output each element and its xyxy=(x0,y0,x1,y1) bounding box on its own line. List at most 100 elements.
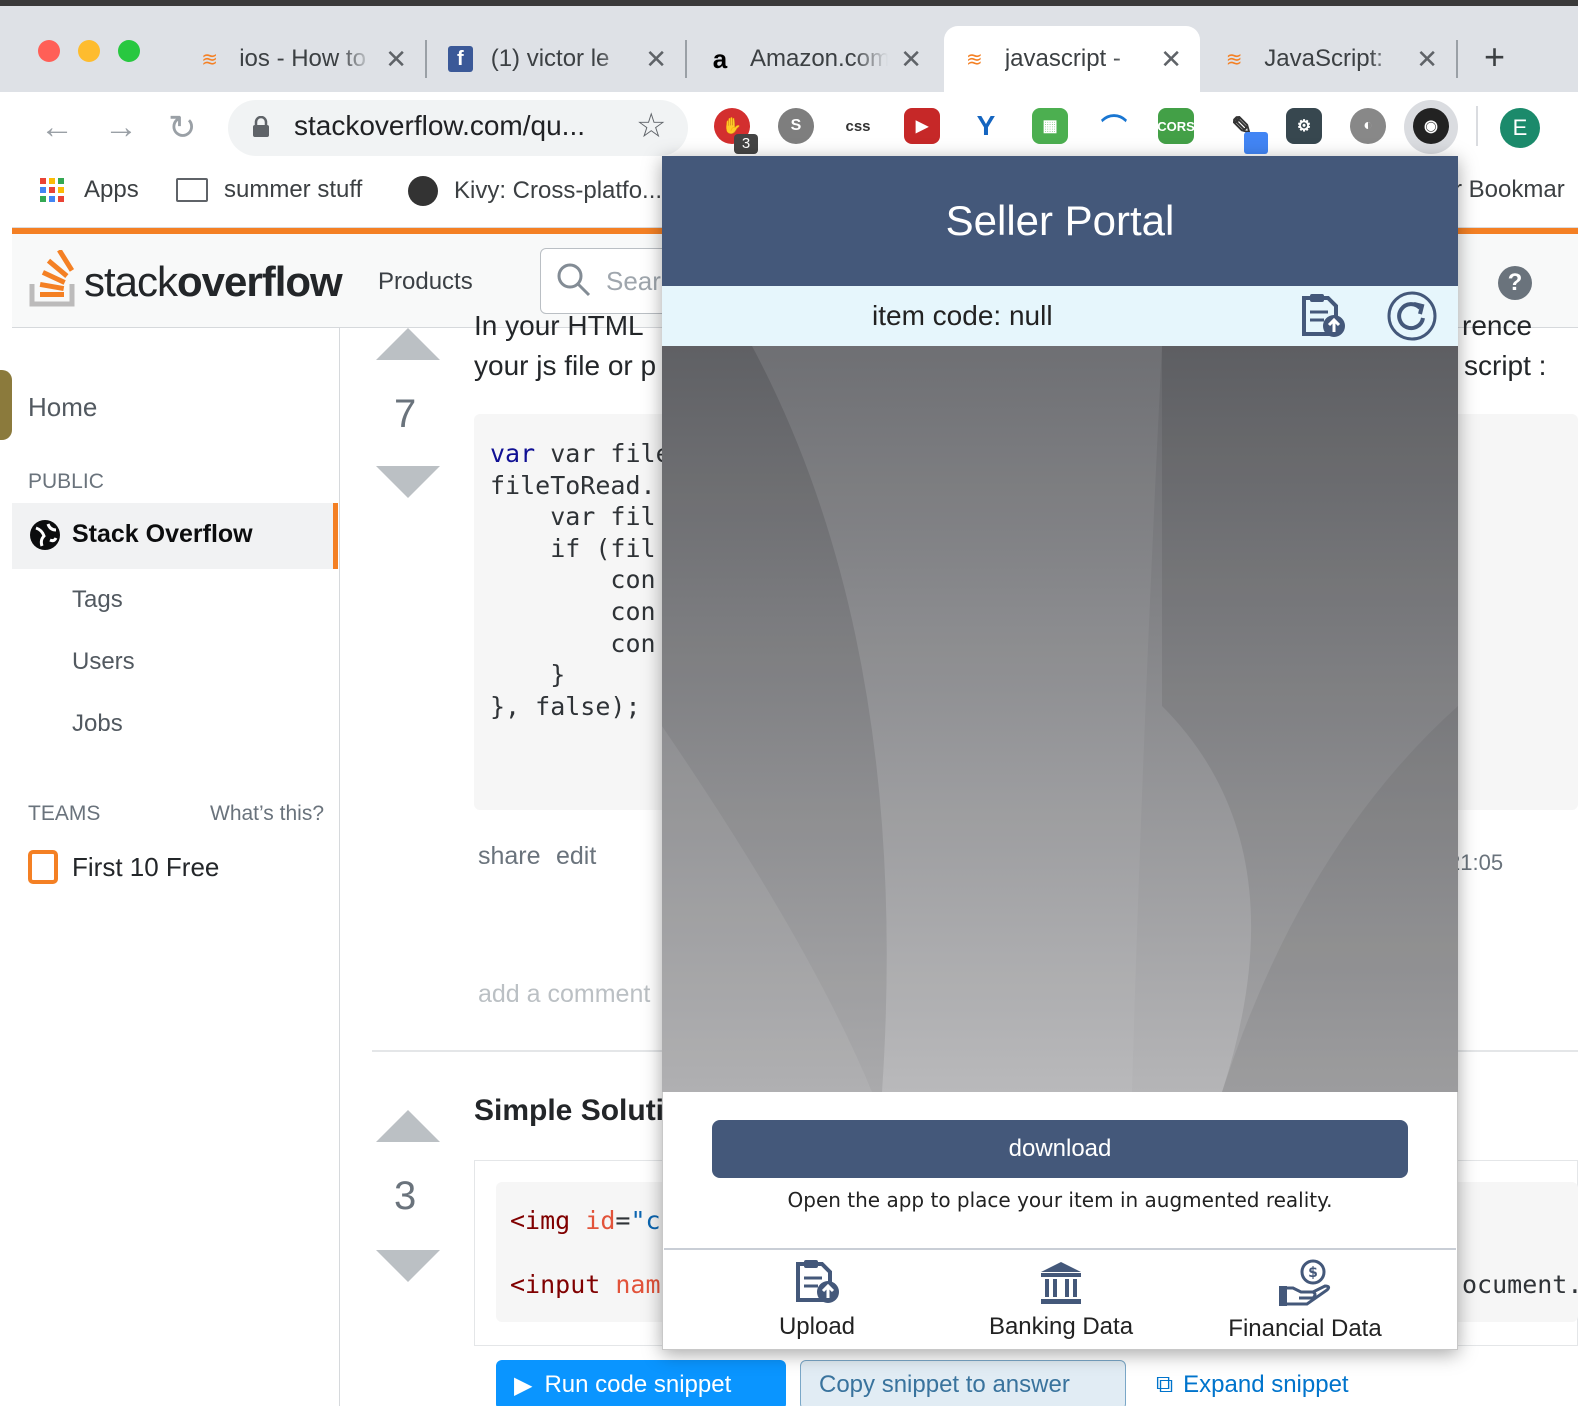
close-icon[interactable]: ✕ xyxy=(900,44,922,75)
nav-tags[interactable]: Tags xyxy=(72,586,123,614)
upvote-button[interactable] xyxy=(376,328,440,360)
downvote-button[interactable] xyxy=(376,466,440,498)
so-wordmark-bold: overflow xyxy=(177,258,343,305)
stackoverflow-icon: ≋ xyxy=(201,48,218,71)
seller-portal-extension-icon[interactable]: ◉ xyxy=(1413,108,1449,144)
copy-snippet-button[interactable]: Copy snippet to answer xyxy=(800,1360,1126,1406)
tab-javascript-active[interactable]: ≋ javascript - ✕ xyxy=(944,26,1200,92)
bookmark-kivy[interactable]: Kivy: Cross-platfo... xyxy=(408,176,662,206)
search-icon xyxy=(556,262,592,303)
tab-title: Amazon.com xyxy=(749,45,889,72)
color-swatch xyxy=(1244,132,1268,154)
bookmark-other[interactable]: r Bookmar xyxy=(1454,176,1565,204)
tab-title: ios - How to xyxy=(239,45,366,72)
download-hint: Open the app to place your item in augme… xyxy=(787,1188,1333,1212)
nav-financial-data[interactable]: $ Financial Data xyxy=(1180,1258,1430,1343)
lock-icon xyxy=(252,115,270,138)
nav-banking-data[interactable]: Banking Data xyxy=(936,1258,1186,1341)
folder-icon xyxy=(176,178,208,202)
bookmark-label: Apps xyxy=(84,176,139,203)
profile-avatar[interactable]: E xyxy=(1500,108,1540,148)
upload-doc-icon xyxy=(796,1260,839,1303)
svg-text:$: $ xyxy=(1308,1265,1318,1281)
bookmark-summer-stuff[interactable]: summer stuff xyxy=(176,176,362,204)
bookmark-star-icon[interactable]: ☆ xyxy=(636,106,666,146)
answer-text: script : xyxy=(1464,350,1547,381)
fullscreen-window-button[interactable] xyxy=(118,40,140,62)
globe-icon xyxy=(28,518,62,557)
filter-extension-icon[interactable]: Y xyxy=(968,108,1004,144)
tab-ios[interactable]: ≋ ios - How to ✕ xyxy=(180,26,425,92)
link-label: Expand snippet xyxy=(1183,1371,1349,1398)
skype-extension-icon[interactable]: S xyxy=(778,108,814,144)
nav-section-teams: TEAMS xyxy=(28,802,101,825)
answer-text: rence xyxy=(1462,310,1533,341)
external-link-icon: ⧉ xyxy=(1156,1371,1174,1398)
forward-arrow-icon[interactable]: → xyxy=(104,108,138,147)
popup-title: Seller Portal xyxy=(945,197,1175,244)
nav-jobs[interactable]: Jobs xyxy=(72,710,123,738)
code-line: <img id="c xyxy=(510,1206,661,1235)
tab-amazon[interactable]: a Amazon.com ✕ xyxy=(690,26,940,92)
robot-extension-icon[interactable]: ⚙ xyxy=(1286,108,1322,144)
upload-doc-icon[interactable] xyxy=(1298,292,1348,345)
button-label: Run code snippet xyxy=(544,1371,732,1398)
tab-title: JavaScript: xyxy=(1264,45,1383,72)
toolbar-divider xyxy=(1476,106,1478,146)
close-icon[interactable]: ✕ xyxy=(1160,44,1182,75)
cors-extension-icon[interactable]: CORS xyxy=(1157,108,1195,144)
bookmark-label: summer stuff xyxy=(224,176,363,203)
reload-icon[interactable]: ↻ xyxy=(168,108,197,148)
stackoverflow-icon: ≋ xyxy=(966,48,983,71)
edit-link[interactable]: edit xyxy=(556,842,596,871)
item-code-text: item code: null xyxy=(872,300,1053,331)
expand-snippet-link[interactable]: ⧉ Expand snippet xyxy=(1138,1360,1398,1406)
bookmark-apps[interactable]: Apps xyxy=(40,176,139,204)
close-icon[interactable]: ✕ xyxy=(1416,44,1438,75)
nav-users[interactable]: Users xyxy=(72,648,135,676)
url-text: stackoverflow.com/qu... xyxy=(294,110,586,141)
tab-separator xyxy=(685,40,687,78)
avatar-edge xyxy=(0,370,12,440)
refresh-icon[interactable] xyxy=(1386,290,1438,347)
briefcase-icon xyxy=(28,850,58,884)
run-code-snippet-button[interactable]: ▶ Run code snippet xyxy=(496,1360,786,1406)
kivy-icon xyxy=(408,176,438,206)
nav-stack-overflow[interactable]: Stack Overflow xyxy=(72,520,253,549)
hand-dollar-icon: $ xyxy=(1279,1259,1331,1306)
minimize-window-button[interactable] xyxy=(78,40,100,62)
tab-separator xyxy=(1456,40,1458,78)
tab-javascript[interactable]: ≋ JavaScript: ✕ xyxy=(1204,26,1456,92)
grid-extension-icon[interactable]: ▦ xyxy=(1032,108,1068,144)
add-comment-link[interactable]: add a comment xyxy=(478,980,650,1009)
share-link[interactable]: share xyxy=(478,842,541,871)
help-icon[interactable]: ? xyxy=(1498,266,1532,300)
downvote-button[interactable] xyxy=(376,1250,440,1282)
close-icon[interactable]: ✕ xyxy=(645,44,667,75)
download-button[interactable]: download xyxy=(712,1120,1408,1178)
so-wordmark[interactable]: stackoverflow xyxy=(84,258,343,306)
close-icon[interactable]: ✕ xyxy=(385,44,407,75)
media-extension-icon[interactable]: ▶ xyxy=(904,108,940,144)
whats-this-link[interactable]: What’s this? xyxy=(210,802,324,826)
tab-facebook[interactable]: f (1) victor le ✕ xyxy=(430,26,685,92)
apps-grid-icon xyxy=(40,178,64,202)
nav-upload[interactable]: Upload xyxy=(692,1258,942,1341)
bank-icon xyxy=(1041,1262,1081,1304)
new-tab-button[interactable]: + xyxy=(1484,36,1505,78)
bookmark-label: Kivy: Cross-platfo... xyxy=(454,177,663,204)
css-extension-icon[interactable]: css xyxy=(840,108,876,144)
products-menu[interactable]: Products xyxy=(378,268,473,296)
circle-extension-icon[interactable]: ◐ xyxy=(1350,108,1386,144)
search-placeholder: Sear xyxy=(606,266,661,296)
stackoverflow-icon: ≋ xyxy=(1225,48,1243,71)
nav-home[interactable]: Home xyxy=(28,392,97,423)
back-arrow-icon[interactable]: ← xyxy=(40,108,74,147)
arc-extension-icon[interactable]: ⌒ xyxy=(1096,108,1132,144)
stackoverflow-logo-icon[interactable] xyxy=(28,248,78,308)
tab-separator xyxy=(425,40,427,78)
first-10-free-link[interactable]: First 10 Free xyxy=(72,852,219,883)
close-window-button[interactable] xyxy=(38,40,60,62)
upvote-button[interactable] xyxy=(376,1110,440,1142)
code-line: ocument. xyxy=(1462,1270,1578,1299)
